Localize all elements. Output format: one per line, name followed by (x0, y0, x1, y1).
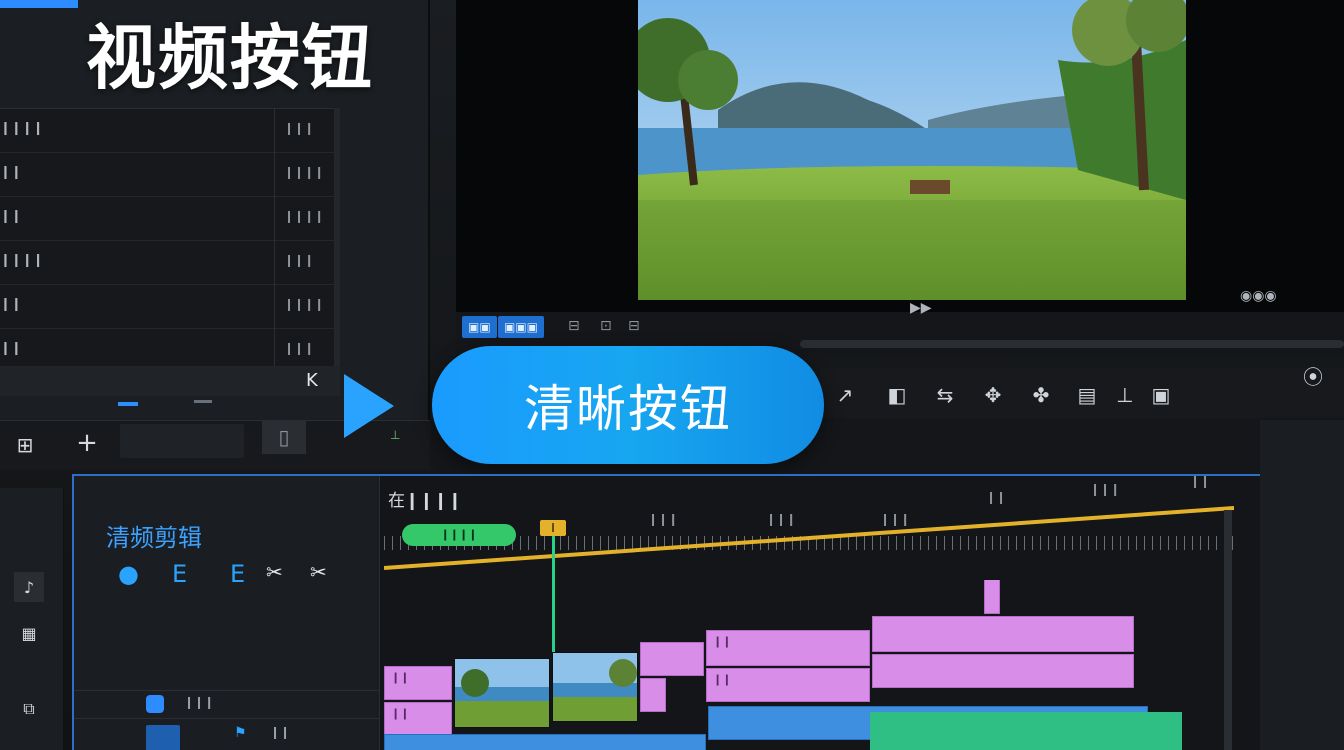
overlay-icon[interactable]: ⊡ (600, 318, 612, 334)
grid-icon[interactable]: ⊞ (10, 430, 40, 460)
list-item-name: ❙❙❙❙ (0, 253, 44, 268)
transform-tool-icon[interactable]: ✤ (1026, 380, 1056, 410)
list-item-name: ❙❙ (0, 297, 22, 312)
list-item-name: ❙❙ (0, 165, 22, 180)
video-clip-thumbnail[interactable] (454, 658, 550, 728)
move-tool-icon[interactable]: ✥ (978, 380, 1008, 410)
clip[interactable] (872, 654, 1134, 688)
clip[interactable]: ❙❙ (706, 668, 870, 702)
view-mode-chip[interactable]: ▣▣▣ (498, 316, 545, 338)
video-frame[interactable] (638, 0, 1186, 300)
audio-clip[interactable] (384, 734, 706, 750)
list-item-name: ❙❙❙❙ (0, 121, 44, 136)
clip-label: ❙❙ (713, 635, 732, 648)
active-tab-indicator (0, 0, 78, 8)
clip-label: ❙❙ (391, 671, 410, 684)
settings-icon[interactable]: ⦿ (1298, 362, 1328, 392)
clip-label: ❙❙ (391, 707, 410, 720)
add-icon[interactable]: + (72, 428, 102, 458)
track-toggle-icon[interactable] (146, 695, 164, 713)
link-icon[interactable]: ⧉ (14, 694, 44, 724)
list-item[interactable]: ❙❙ ❙❙❙❙ (0, 285, 340, 329)
collapse-icon[interactable]: K (306, 370, 318, 391)
list-footer: K (0, 366, 340, 406)
search-field[interactable] (120, 424, 244, 458)
list-item-name: ❙❙ (0, 341, 22, 356)
file-icon[interactable]: ▯ (262, 420, 306, 454)
track-header[interactable]: ⚑ ❙❙ (74, 718, 380, 750)
ruler-label: ❙❙❙ (1090, 482, 1121, 496)
edit-icon[interactable]: E (172, 560, 187, 588)
list-item-value: ❙❙❙❙ (284, 297, 325, 311)
list-item[interactable]: ❙❙❙❙ ❙❙❙ (0, 109, 340, 153)
list-item-value: ❙❙❙ (284, 253, 315, 267)
crop-tool-icon[interactable]: ▣ (1146, 380, 1176, 410)
thumbnail-image (455, 659, 549, 727)
list-item[interactable]: ❙❙❙❙ ❙❙❙ (0, 241, 340, 285)
list-item[interactable]: ❙❙ ❙❙❙❙ (0, 153, 340, 197)
playhead-marker[interactable]: ❙ (540, 520, 566, 536)
effects-icon[interactable]: E (230, 560, 245, 588)
timeline-scrollbar[interactable] (1224, 510, 1232, 750)
landscape-image (638, 0, 1186, 300)
grid-overlay-icon[interactable]: ⊟ (628, 318, 640, 334)
lock-icon[interactable]: ⊥ (390, 428, 400, 442)
clip-label: ❙❙ (713, 673, 732, 686)
view-mode-chip[interactable]: ▣▣ (462, 316, 497, 338)
media-list: ❙❙❙❙ ❙❙❙ ❙❙ ❙❙❙❙ ❙❙ ❙❙❙❙ ❙❙❙❙ ❙❙❙ ❙❙ ❙❙❙… (0, 108, 340, 378)
timeline-title: 清频剪辑 (106, 524, 202, 552)
list-scrollbar[interactable] (334, 108, 340, 378)
list-item-value: ❙❙❙ (284, 341, 315, 355)
in-point-marker[interactable]: ❙❙❙❙ (402, 524, 516, 546)
track-label: ❙❙ (270, 725, 291, 739)
track-label: ❙❙❙ (184, 695, 215, 709)
progress-indicator (194, 400, 212, 403)
list-item-value: ❙❙❙❙ (284, 165, 325, 179)
track-fx-icon[interactable]: ⚑ (234, 725, 247, 741)
meter-panel (1260, 420, 1344, 750)
record-icon[interactable]: ● (118, 560, 139, 588)
safe-area-icon[interactable]: ⊟ (568, 318, 580, 334)
list-item-value: ❙❙❙ (284, 121, 315, 135)
clip[interactable]: ❙❙ (706, 630, 870, 666)
clip[interactable] (984, 580, 1000, 614)
razor-icon[interactable]: ✂ (310, 560, 327, 584)
clip[interactable] (640, 642, 704, 676)
video-clip-thumbnail[interactable] (552, 652, 638, 722)
grid-view-icon[interactable]: ▦ (14, 618, 44, 648)
play-icon[interactable] (344, 374, 394, 438)
clip[interactable] (872, 616, 1134, 652)
track-header[interactable]: ❙❙❙ (74, 690, 380, 718)
list-tool-icon[interactable]: ▤ (1072, 380, 1102, 410)
clarity-button-label: 清晰按钮 (524, 380, 732, 438)
unlink-icon[interactable]: ✂ (266, 560, 283, 584)
progress-indicator (118, 402, 138, 406)
list-item[interactable]: ❙❙ ❙❙❙❙ (0, 197, 340, 241)
scrub-bar[interactable] (800, 340, 1344, 348)
timeline-tool-strip: ♪ ▦ ⧉ (0, 488, 64, 750)
select-tool-icon[interactable]: ↗ (830, 380, 860, 410)
clip[interactable]: ❙❙ (384, 666, 452, 700)
slip-tool-icon[interactable]: ⇆ (930, 380, 960, 410)
split-tool-icon[interactable]: ⊥ (1110, 380, 1140, 410)
track-toggle-icon[interactable] (146, 725, 180, 750)
column-divider (274, 108, 275, 378)
ruler-label: ❙❙ (1190, 474, 1211, 488)
play-pause-icon[interactable]: ▶▶ (910, 300, 932, 316)
clip[interactable] (640, 678, 666, 712)
timeline-tracks: ❙❙ ❙❙ ❙❙ ❙❙ (384, 580, 1234, 750)
list-item-name: ❙❙ (0, 209, 22, 224)
trim-tool-icon[interactable]: ◧ (882, 380, 912, 410)
thumbnail-image (553, 653, 637, 721)
clarity-button[interactable]: 清晰按钮 (432, 346, 824, 464)
page-title: 视频按钮 (86, 17, 374, 99)
audio-icon[interactable]: ♪ (14, 572, 44, 602)
clip[interactable]: ❙❙ (384, 702, 452, 736)
volume-icon[interactable]: ◉◉◉ (1240, 288, 1277, 304)
waveform-clip[interactable] (870, 712, 1182, 750)
list-item-value: ❙❙❙❙ (284, 209, 325, 223)
